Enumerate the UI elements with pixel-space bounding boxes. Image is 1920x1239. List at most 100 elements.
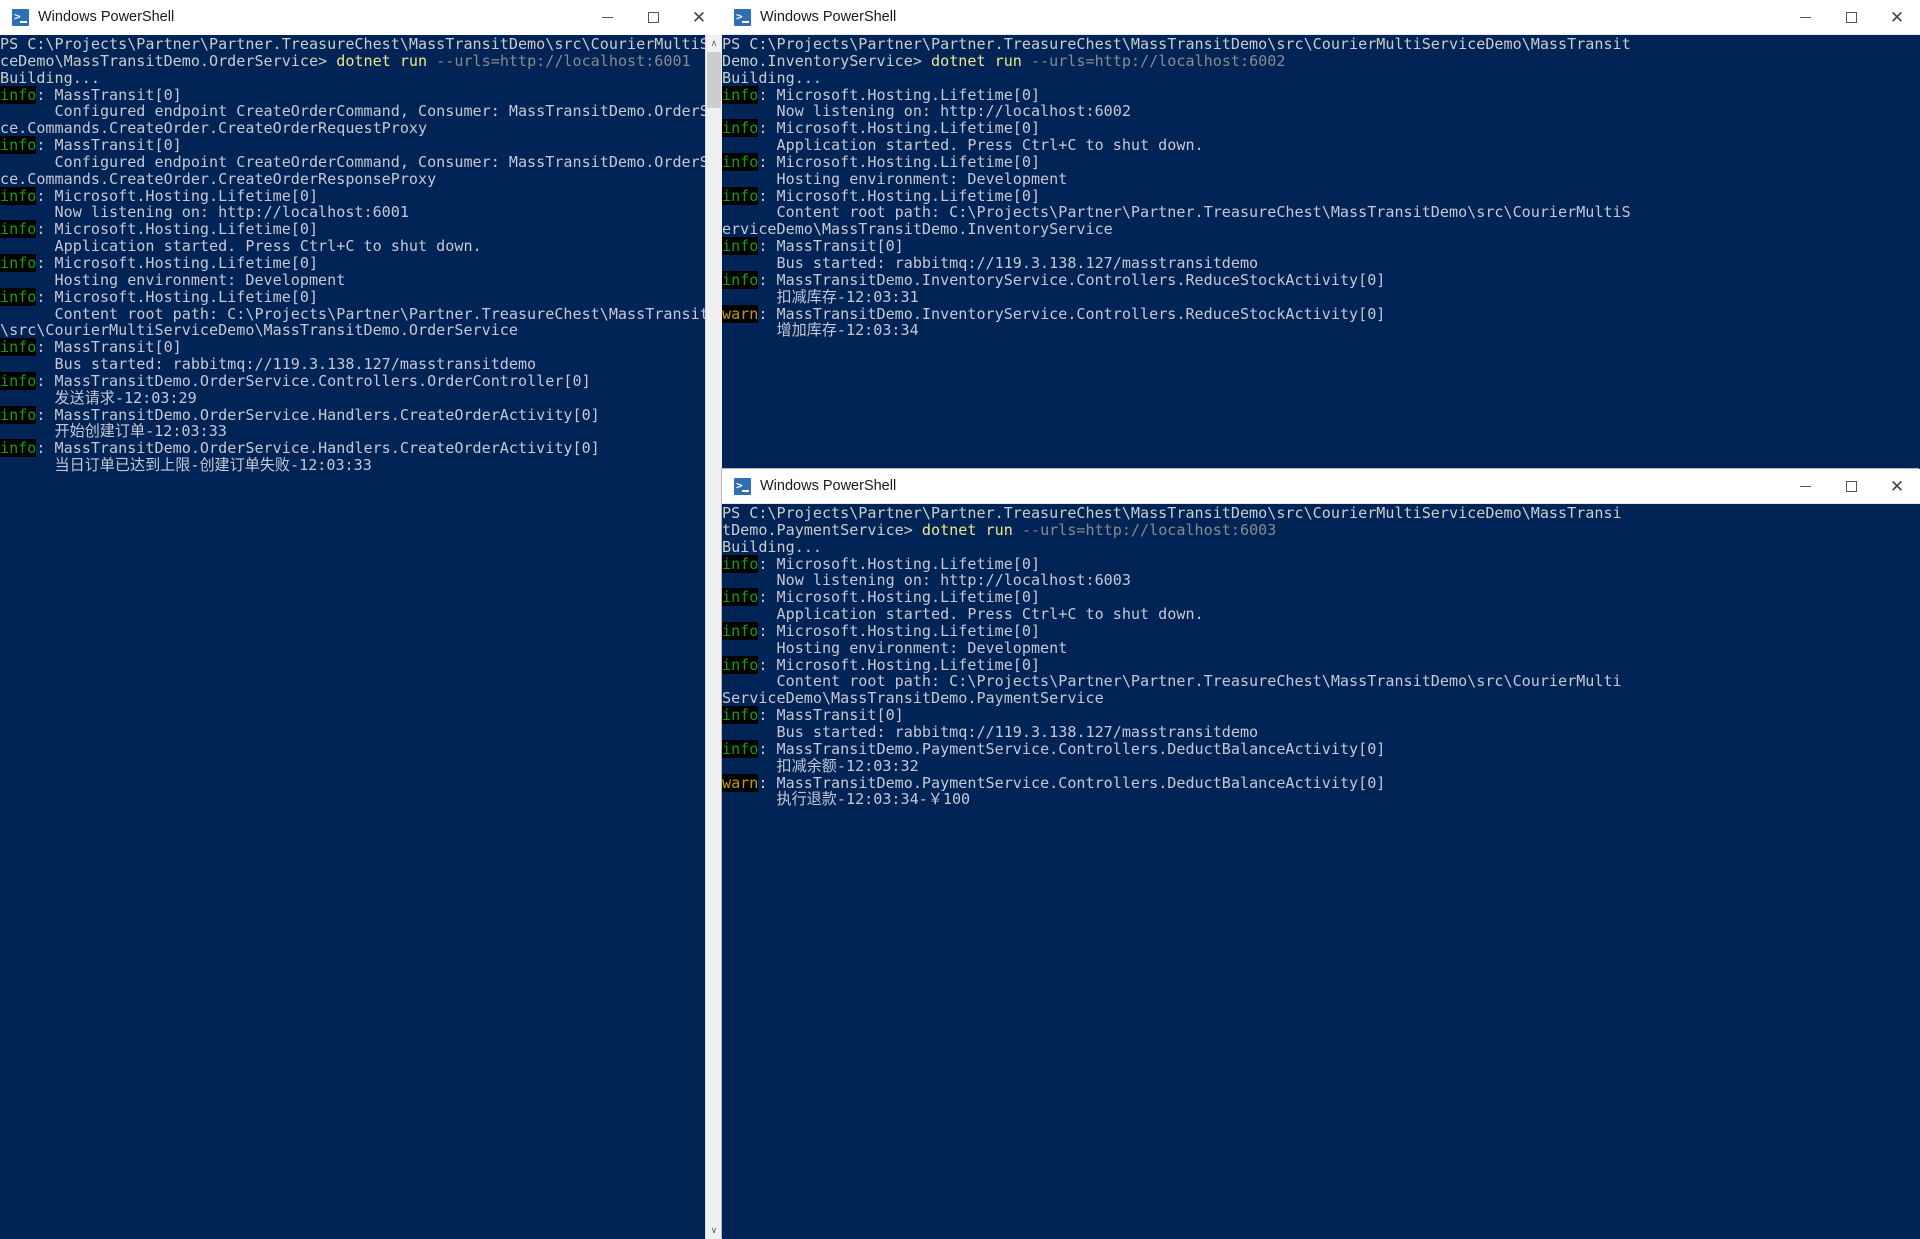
titlebar-inventory-service[interactable]: Windows PowerShell ✕ (722, 0, 1920, 35)
minimize-button[interactable] (584, 0, 630, 35)
console-text-token: Building... (722, 68, 822, 87)
console-text-token: : Microsoft.Hosting.Lifetime[0] (758, 588, 1041, 607)
titlebar-left-group: Windows PowerShell (0, 8, 175, 26)
console-line: Hosting environment: Development (722, 170, 1920, 188)
command-argument-token: --urls=http://localhost:6002 (1030, 51, 1286, 70)
console-line: info: Microsoft.Hosting.Lifetime[0] (722, 85, 1920, 104)
scroll-up-arrow-icon[interactable]: ∧ (706, 35, 722, 52)
log-level-info: info (722, 588, 759, 607)
console-text-token: tDemo.PaymentService> (722, 520, 922, 539)
maximize-button[interactable] (1828, 0, 1874, 35)
console-text-token: 发送请求-12:03:29 (0, 388, 197, 407)
log-level-info: info (0, 85, 37, 104)
console-text-token: PS C:\Projects\Partner\Partner.TreasureC… (722, 35, 1631, 53)
console-text-token: : Microsoft.Hosting.Lifetime[0] (758, 621, 1041, 640)
console-line: info: MassTransitDemo.InventoryService.C… (722, 270, 1920, 289)
command-token: dotnet run (921, 520, 1022, 539)
log-level-info: info (0, 186, 37, 205)
console-text-token: Content root path: C:\Projects\Partner\P… (0, 304, 722, 323)
console-text-token: Configured endpoint CreateOrderCommand, … (0, 152, 722, 171)
console-line: Content root path: C:\Projects\Partner\P… (0, 305, 722, 323)
console-text-token: : Microsoft.Hosting.Lifetime[0] (36, 220, 319, 239)
console-text-token: 开始创建订单-12:03:33 (0, 422, 227, 441)
console-text-token: : Microsoft.Hosting.Lifetime[0] (36, 253, 319, 272)
console-text-token: Now listening on: http://localhost:6001 (0, 203, 409, 222)
console-line: 扣减库存-12:03:31 (722, 287, 1920, 306)
log-level-info: info (0, 220, 37, 239)
console-line: 增加库存-12:03:34 (722, 322, 1920, 339)
console-text-token: 扣减库存-12:03:31 (722, 287, 919, 306)
console-line: Now listening on: http://localhost:6001 (0, 204, 705, 221)
titlebar-payment-service[interactable]: Windows PowerShell ✕ (722, 469, 1920, 504)
console-line: info: Microsoft.Hosting.Lifetime[0] (0, 287, 705, 306)
titlebar-left-group: Windows PowerShell (722, 477, 896, 495)
log-level-info: info (722, 621, 759, 640)
console-line: ServiceDemo\MassTransitDemo.PaymentServi… (722, 690, 1920, 707)
console-line: PS C:\Projects\Partner\Partner.TreasureC… (722, 505, 1920, 522)
log-level-info: info (0, 439, 37, 458)
titlebar-order-service[interactable]: Windows PowerShell ✕ (0, 0, 722, 35)
console-line: Building... (722, 68, 1920, 87)
console-text-token: : MassTransitDemo.OrderService.Handlers.… (36, 405, 600, 424)
console-text-token: : MassTransitDemo.OrderService.Controlle… (36, 371, 591, 390)
console-text-token: : MassTransitDemo.PaymentService.Control… (758, 773, 1386, 792)
powershell-window-payment-service[interactable]: Windows PowerShell ✕ PS C:\Projects\Part… (722, 469, 1920, 1239)
console-text-token: : MassTransitDemo.InventoryService.Contr… (758, 270, 1386, 289)
scrollbar-thumb[interactable] (707, 52, 721, 108)
close-button[interactable]: ✕ (1874, 0, 1920, 35)
console-text-token: : Microsoft.Hosting.Lifetime[0] (758, 152, 1041, 171)
console-scrollbar-order-service[interactable]: ∧ ∨ (705, 35, 722, 1239)
console-line: 执行退款-12:03:34-￥100 (722, 791, 1920, 808)
console-line: warn: MassTransitDemo.PaymentService.Con… (722, 773, 1920, 792)
console-text-token: : MassTransitDemo.InventoryService.Contr… (758, 304, 1386, 323)
window-controls: ✕ (1782, 469, 1920, 504)
console-line: Now listening on: http://localhost:6003 (722, 572, 1920, 589)
console-output-order-service[interactable]: PS C:\Projects\Partner\Partner.TreasureC… (0, 35, 722, 1239)
console-line: info: Microsoft.Hosting.Lifetime[0] (722, 119, 1920, 138)
powershell-icon (12, 8, 29, 26)
log-level-warn: warn (722, 773, 759, 792)
console-line: info: MassTransitDemo.PaymentService.Con… (722, 739, 1920, 758)
close-button[interactable]: ✕ (1874, 469, 1920, 504)
maximize-button[interactable] (630, 0, 676, 35)
log-level-info: info (0, 136, 37, 155)
console-text-token: : Microsoft.Hosting.Lifetime[0] (36, 186, 319, 205)
console-text-token: ce.Commands.CreateOrder.CreateOrderRespo… (0, 169, 437, 188)
console-line: info: MassTransit[0] (722, 237, 1920, 256)
console-text: PS C:\Projects\Partner\Partner.TreasureC… (0, 35, 722, 475)
console-line: 开始创建订单-12:03:33 (0, 423, 705, 440)
minimize-button[interactable] (1782, 0, 1828, 35)
console-line: warn: MassTransitDemo.InventoryService.C… (722, 304, 1920, 323)
console-line: 扣减余额-12:03:32 (722, 757, 1920, 775)
console-line: PS C:\Projects\Partner\Partner.TreasureC… (0, 36, 722, 53)
command-token: dotnet run (336, 51, 437, 70)
log-level-info: info (722, 706, 759, 725)
console-text-token: Hosting environment: Development (722, 638, 1068, 657)
console-text-token: PS C:\Projects\Partner\Partner.TreasureC… (0, 35, 722, 53)
close-button[interactable]: ✕ (676, 0, 722, 35)
console-text-token: Application started. Press Ctrl+C to shu… (722, 136, 1204, 155)
powershell-window-order-service[interactable]: Windows PowerShell ✕ PS C:\Projects\Part… (0, 0, 722, 1239)
log-level-info: info (0, 338, 37, 357)
console-line: Content root path: C:\Projects\Partner\P… (722, 204, 1920, 221)
scroll-down-arrow-icon[interactable]: ∨ (706, 1222, 722, 1239)
console-text-token: 当日订单已达到上限-创建订单失败-12:03:33 (0, 456, 372, 475)
console-text-token: Content root path: C:\Projects\Partner\P… (722, 672, 1622, 691)
console-line: PS C:\Projects\Partner\Partner.TreasureC… (722, 36, 1920, 53)
console-line: info: Microsoft.Hosting.Lifetime[0] (722, 621, 1920, 640)
console-text-token: ce.Commands.CreateOrder.CreateOrderReque… (0, 119, 428, 138)
console-text-token: 增加库存-12:03:34 (722, 321, 919, 340)
window-title: Windows PowerShell (38, 9, 175, 26)
minimize-button[interactable] (1782, 469, 1828, 504)
console-text: PS C:\Projects\Partner\Partner.TreasureC… (722, 35, 1920, 339)
console-text-token: ServiceDemo\MassTransitDemo.PaymentServi… (722, 689, 1104, 708)
console-text-token: Building... (722, 537, 822, 556)
console-line: info: MassTransitDemo.OrderService.Contr… (0, 371, 705, 390)
console-text-token: : Microsoft.Hosting.Lifetime[0] (36, 287, 319, 306)
maximize-button[interactable] (1828, 469, 1874, 504)
window-title: Windows PowerShell (760, 8, 897, 25)
console-line: tDemo.PaymentService> dotnet run --urls=… (722, 520, 1920, 539)
console-output-payment-service[interactable]: PS C:\Projects\Partner\Partner.TreasureC… (722, 504, 1920, 1239)
console-text-token: : MassTransit[0] (36, 338, 182, 357)
console-line: Now listening on: http://localhost:6002 (722, 103, 1920, 120)
